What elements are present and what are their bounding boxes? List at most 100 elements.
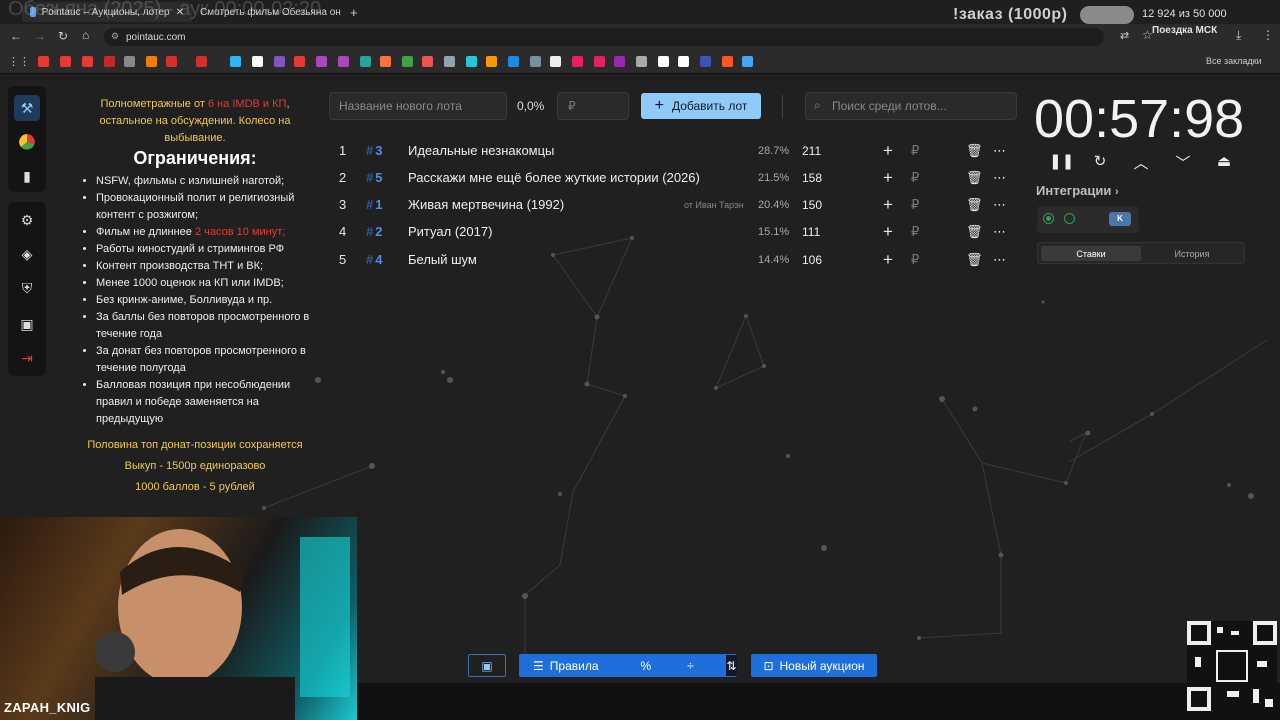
menu-icon[interactable]: ⋮ bbox=[1262, 28, 1274, 42]
lot-name[interactable]: Расскажи мне ещё более жуткие истории (2… bbox=[408, 170, 700, 185]
bookmark-icon[interactable] bbox=[124, 56, 135, 67]
url-field[interactable]: ⚙ pointauc.com bbox=[104, 28, 1104, 46]
shield-icon[interactable]: ⛨ bbox=[17, 278, 37, 298]
bookmark-icon[interactable] bbox=[422, 56, 433, 67]
vk-icon[interactable]: K bbox=[1109, 212, 1131, 226]
bookmark-icon[interactable] bbox=[338, 56, 349, 67]
pause-icon[interactable]: ❚❚ bbox=[1049, 152, 1074, 170]
rules-button[interactable]: Правила bbox=[550, 659, 599, 673]
logout-icon[interactable]: ⇥ bbox=[17, 348, 37, 368]
bookmark-icon[interactable] bbox=[466, 56, 477, 67]
trash-icon[interactable]: 🗑 bbox=[966, 143, 983, 159]
lot-name[interactable]: Живая мертвечина (1992) bbox=[408, 197, 564, 212]
home-icon[interactable]: ⌂ bbox=[82, 28, 89, 42]
add-amount-icon[interactable]: + bbox=[883, 141, 893, 161]
site-info-icon[interactable]: ⚙ bbox=[111, 31, 119, 42]
ruble-icon[interactable]: ₽ bbox=[911, 197, 919, 213]
bookmark-icon[interactable] bbox=[380, 56, 391, 67]
forward-icon[interactable]: → bbox=[34, 29, 46, 43]
ruble-icon[interactable]: ₽ bbox=[911, 170, 919, 186]
auction-hammer-icon[interactable]: ⚒ bbox=[14, 95, 40, 121]
stats-icon[interactable]: ▮ bbox=[17, 166, 37, 186]
bookmark-icon[interactable] bbox=[486, 56, 497, 67]
add-amount-icon[interactable]: + bbox=[883, 195, 893, 215]
integrations-link[interactable]: Интеграции › bbox=[1036, 183, 1119, 198]
more-icon[interactable]: ⋯ bbox=[993, 197, 1006, 213]
bookmark-icon[interactable] bbox=[196, 56, 207, 67]
more-icon[interactable]: ⋯ bbox=[993, 224, 1006, 240]
integration-status-icon[interactable] bbox=[1043, 213, 1054, 224]
add-amount-icon[interactable]: + bbox=[883, 250, 893, 270]
lot-name[interactable]: Белый шум bbox=[408, 252, 477, 267]
add-lot-button[interactable]: + Добавить лот bbox=[641, 93, 761, 119]
ruble-icon[interactable]: ₽ bbox=[911, 252, 919, 268]
bookmark-icon[interactable] bbox=[742, 56, 753, 67]
ruble-icon[interactable]: ₽ bbox=[911, 224, 919, 240]
bookmark-icon[interactable] bbox=[530, 56, 541, 67]
bookmark-icon[interactable] bbox=[402, 56, 413, 67]
reload-icon[interactable]: ↻ bbox=[58, 29, 68, 43]
all-bookmarks[interactable]: Все закладки bbox=[1206, 56, 1262, 66]
bookmark-icon[interactable] bbox=[274, 56, 285, 67]
bookmark-icon[interactable] bbox=[636, 56, 647, 67]
more-icon[interactable]: ⋯ bbox=[993, 143, 1006, 159]
trash-icon[interactable]: 🗑 bbox=[966, 170, 983, 186]
bookmark-icon[interactable] bbox=[82, 56, 93, 67]
lot-name[interactable]: Ритуал (2017) bbox=[408, 224, 492, 239]
percent-icon[interactable]: % bbox=[641, 659, 652, 673]
stream-title-overlay: Обезьяна (2025) - аук 00:00-02:20 bbox=[8, 0, 322, 20]
back-icon[interactable]: ← bbox=[10, 29, 22, 43]
bookmark-icon[interactable] bbox=[722, 56, 733, 67]
new-auction-button[interactable]: ⊡ Новый аукцион bbox=[751, 654, 877, 677]
video-library-icon[interactable]: ▣ bbox=[17, 314, 37, 334]
tab-bets[interactable]: Ставки bbox=[1041, 246, 1141, 261]
reset-icon[interactable]: ↻ bbox=[1090, 152, 1110, 170]
bookmark-icon[interactable] bbox=[230, 56, 241, 67]
lot-search-input[interactable]: ⌕ Поиск среди лотов... bbox=[805, 92, 1017, 120]
bookmark-icon[interactable] bbox=[594, 56, 605, 67]
translate-icon[interactable]: ⇄ bbox=[1120, 29, 1129, 42]
collapse-up-icon[interactable]: ⏏ bbox=[1214, 152, 1234, 170]
chevron-up-icon[interactable]: ︿ bbox=[1131, 152, 1151, 173]
chevron-down-icon[interactable]: ﹀ bbox=[1173, 152, 1193, 173]
settings-gear-icon[interactable]: ⚙ bbox=[17, 210, 37, 230]
bookmark-icon[interactable] bbox=[700, 56, 711, 67]
wheel-icon[interactable] bbox=[17, 132, 37, 152]
bookmark-icon[interactable] bbox=[572, 56, 583, 67]
bookmark-icon[interactable] bbox=[294, 56, 305, 67]
bookmark-icon[interactable] bbox=[614, 56, 625, 67]
apps-icon[interactable]: ⋮⋮ bbox=[8, 55, 30, 68]
bookmark-icon[interactable] bbox=[360, 56, 371, 67]
more-icon[interactable]: ⋯ bbox=[993, 252, 1006, 268]
trash-icon[interactable]: 🗑 bbox=[966, 252, 983, 268]
new-lot-amount-input[interactable]: ₽ bbox=[557, 92, 629, 120]
save-icon[interactable]: ▣ bbox=[468, 654, 506, 677]
new-lot-name-input[interactable]: Название нового лота bbox=[329, 92, 507, 120]
bookmark-icon[interactable] bbox=[60, 56, 71, 67]
lot-name[interactable]: Идеальные незнакомцы bbox=[408, 143, 554, 158]
bookmark-icon[interactable] bbox=[252, 56, 263, 67]
layers-icon[interactable]: ◈ bbox=[17, 244, 37, 264]
split-icon[interactable]: ÷ bbox=[687, 659, 694, 673]
add-amount-icon[interactable]: + bbox=[883, 168, 893, 188]
tab-history[interactable]: История bbox=[1142, 246, 1242, 261]
sort-icon[interactable]: ⇅ bbox=[725, 655, 737, 676]
bookmark-icon[interactable] bbox=[166, 56, 177, 67]
bookmark-icon[interactable] bbox=[38, 56, 49, 67]
integration-status-icon[interactable] bbox=[1064, 213, 1075, 224]
trash-icon[interactable]: 🗑 bbox=[966, 197, 983, 213]
bookmark-icon[interactable] bbox=[658, 56, 669, 67]
more-icon[interactable]: ⋯ bbox=[993, 170, 1006, 186]
trash-icon[interactable]: 🗑 bbox=[966, 224, 983, 240]
download-icon[interactable]: ⤓ bbox=[1236, 28, 1241, 43]
bookmark-icon[interactable] bbox=[444, 56, 455, 67]
ruble-icon[interactable]: ₽ bbox=[911, 143, 919, 159]
bookmark-icon[interactable] bbox=[678, 56, 689, 67]
add-amount-icon[interactable]: + bbox=[883, 222, 893, 242]
bookmark-icon[interactable] bbox=[550, 56, 561, 67]
new-tab-button[interactable]: + bbox=[342, 2, 362, 22]
bookmark-icon[interactable] bbox=[316, 56, 327, 67]
bookmark-icon[interactable] bbox=[104, 56, 115, 67]
bookmark-icon[interactable] bbox=[508, 56, 519, 67]
bookmark-icon[interactable] bbox=[146, 56, 157, 67]
